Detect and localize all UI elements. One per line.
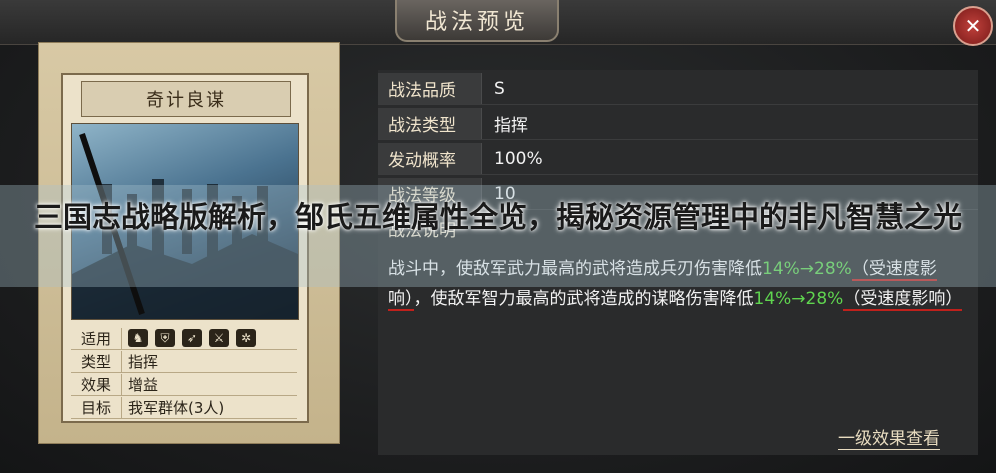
quality-label: 战法品质 — [378, 73, 482, 104]
skill-type-value: 指挥 — [494, 116, 528, 136]
desc-part-6: 14%→28% — [753, 289, 844, 309]
suitable-label: 适用 — [71, 327, 122, 349]
quality-row: 战法品质 S — [378, 73, 978, 105]
article-title: 三国志战略版解析，邹氏五维属性全览，揭秘资源管理中的非凡智慧之光 — [33, 200, 962, 234]
type-label: 类型 — [71, 350, 122, 372]
shield-icon: ⛨ — [155, 329, 175, 347]
rate-row: 发动概率 100% — [378, 143, 978, 175]
rate-value: 100% — [494, 148, 543, 169]
spear-icon: ⚔ — [209, 329, 229, 347]
skill-type-label: 战法类型 — [378, 108, 482, 139]
effect-value: 增益 — [128, 375, 159, 394]
desc-part-5: ，使敌军智力最高的武将造成的谋略伤害降低 — [413, 289, 754, 309]
skill-card-name: 奇计良谋 — [81, 81, 291, 117]
target-value: 我军群体(3人) — [128, 398, 225, 417]
rate-label: 发动概率 — [378, 143, 482, 174]
target-label: 目标 — [71, 396, 122, 418]
type-row: 类型 指挥 — [71, 350, 297, 373]
skill-card-rows: 适用 ♞ ⛨ ➶ ⚔ ✲ 类型 指挥 效果 增益 目标 我军群体(3人) — [71, 327, 297, 419]
dialog-title: 战法预览 — [395, 0, 559, 42]
quality-value: S — [494, 78, 505, 99]
desc-part-7: （受速度影响） — [843, 289, 963, 311]
suitable-row: 适用 ♞ ⛨ ➶ ⚔ ✲ — [71, 327, 297, 350]
level-one-effect-link[interactable]: 一级效果查看 — [838, 424, 940, 450]
cavalry-icon: ♞ — [128, 329, 148, 347]
type-value: 指挥 — [128, 352, 159, 371]
effect-row: 效果 增益 — [71, 373, 297, 396]
skill-type-row: 战法类型 指挥 — [378, 108, 978, 140]
target-row: 目标 我军群体(3人) — [71, 396, 297, 419]
bow-icon: ➶ — [182, 329, 202, 347]
siege-icon: ✲ — [236, 329, 256, 347]
effect-label: 效果 — [71, 373, 122, 395]
close-button[interactable]: ✕ — [953, 6, 993, 46]
